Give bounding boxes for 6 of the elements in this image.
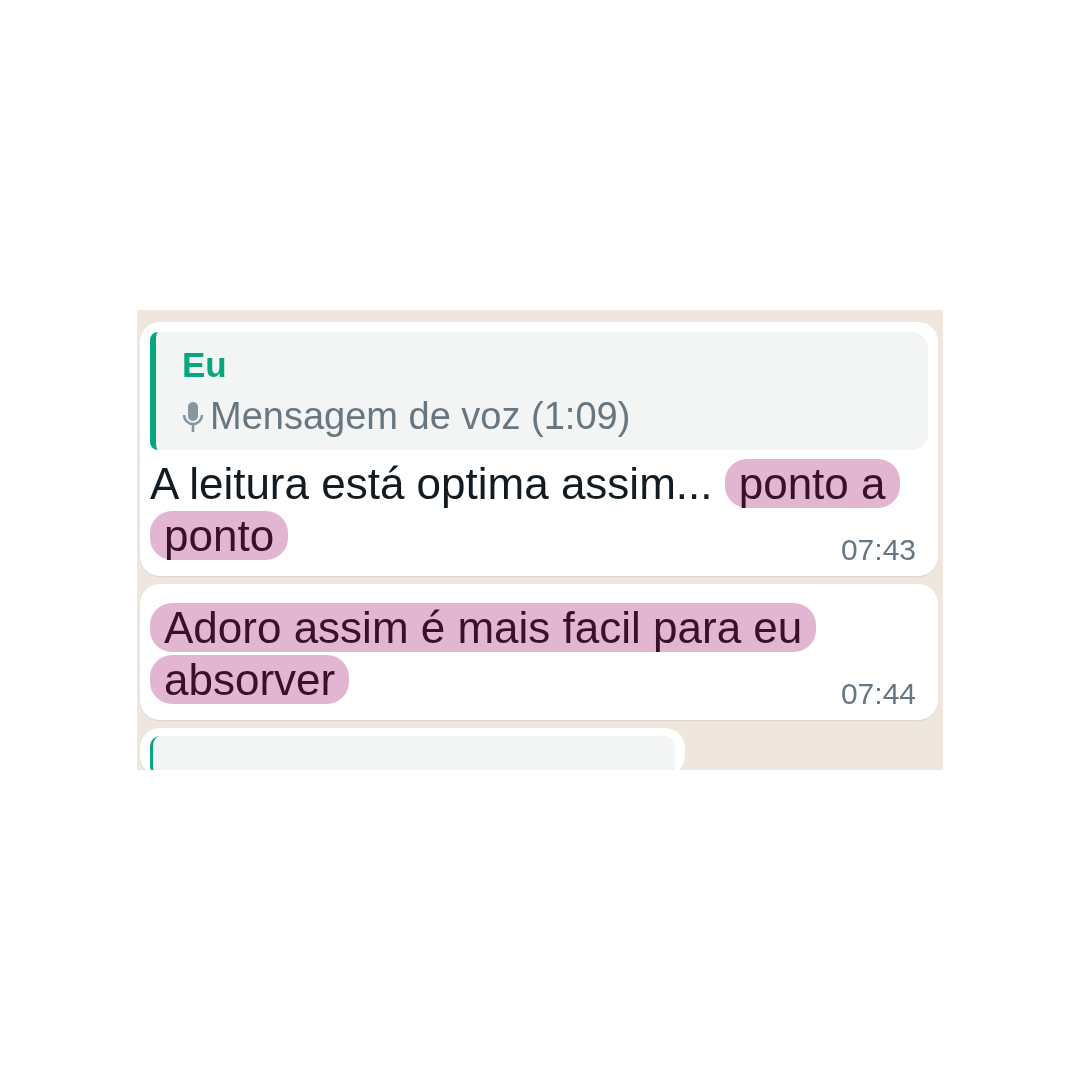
quote-sender: Eu: [182, 344, 228, 386]
message-time: 07:43: [840, 531, 917, 568]
microphone-icon: [182, 399, 204, 434]
quote-text: Mensagem de voz (1:09): [210, 394, 631, 439]
message-time: 07:44: [840, 675, 917, 712]
quoted-message[interactable]: Eu Mensagem de voz (1:09): [150, 332, 928, 450]
